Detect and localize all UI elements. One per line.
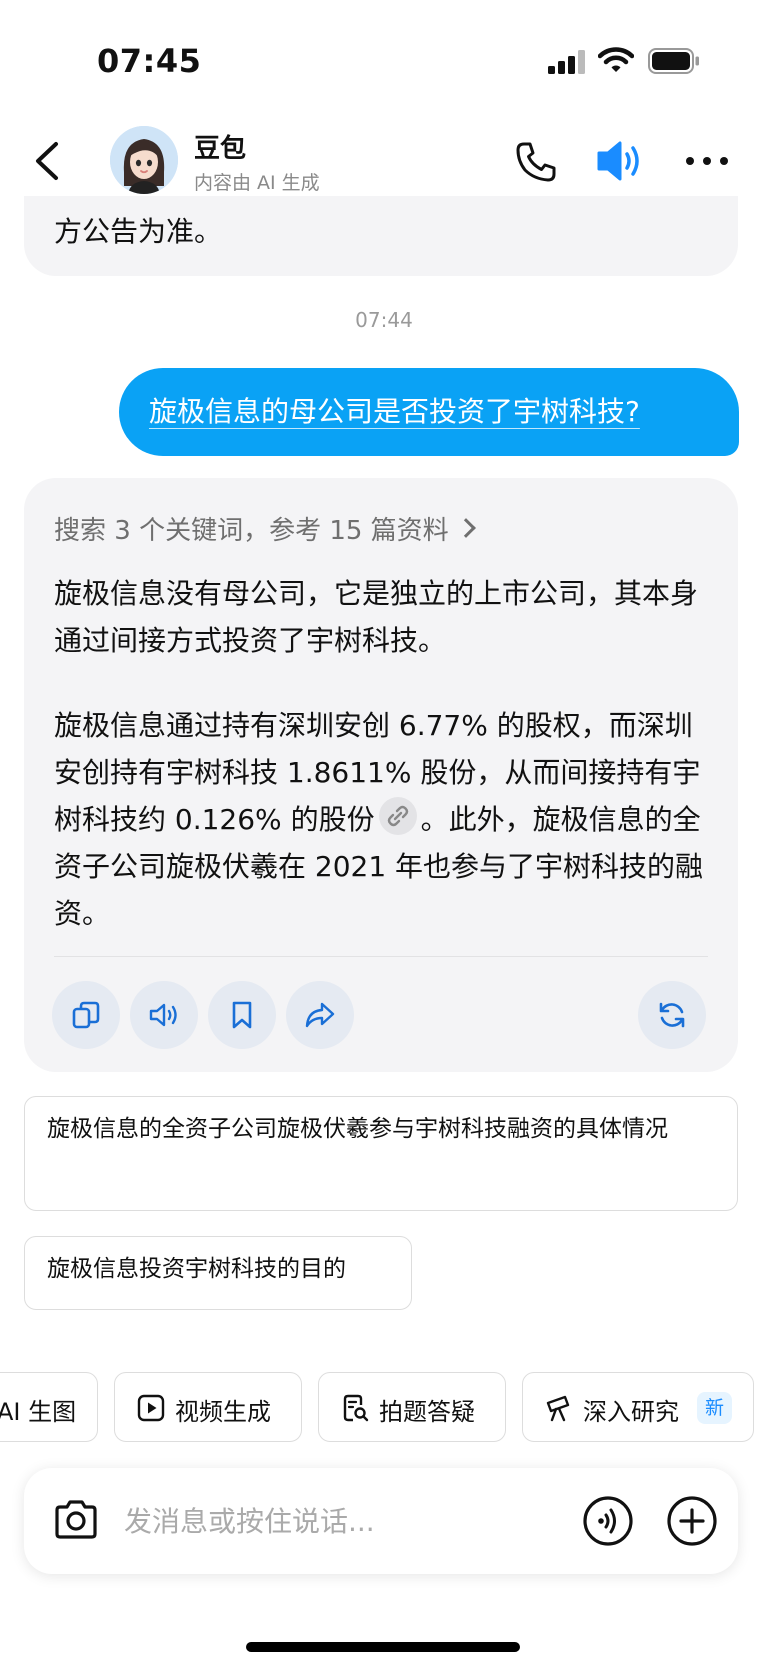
tool-ai-image-button[interactable]: AI 生图 [0,1372,98,1442]
user-message-bubble[interactable]: 旋极信息的母公司是否投资了宇树科技? [119,368,739,456]
plus-icon[interactable] [666,1495,718,1547]
tool-label: 视频生成 [175,1398,271,1426]
chevron-right-icon [455,518,476,538]
suggested-question[interactable]: 旋极信息的全资子公司旋极伏羲参与宇树科技融资的具体情况 [24,1096,738,1211]
video-play-icon [137,1394,165,1422]
avatar-illustration-icon [110,126,178,194]
status-time: 07:45 [97,42,202,80]
ai-generated-notice: 内容由 AI 生成 [194,172,320,194]
phone-call-icon[interactable] [514,140,558,184]
bot-answer-bubble: 搜索 3 个关键词，参考 15 篇资料 旋极信息没有母公司，它是独立的上市公司，… [24,478,738,1072]
chat-header: 豆包 内容由 AI 生成 [0,116,768,206]
bot-name: 豆包 [194,134,247,164]
search-summary-text: 搜索 3 个关键词，参考 15 篇资料 [54,516,449,546]
new-badge: 新 [697,1392,733,1424]
search-references-link[interactable]: 搜索 3 个关键词，参考 15 篇资料 [54,510,476,547]
tool-deep-research-button[interactable]: 深入研究 新 [522,1372,754,1442]
tool-photo-question-button[interactable]: 拍题答疑 [318,1372,506,1442]
cellular-signal-icon [548,50,585,74]
copy-button[interactable] [52,981,120,1049]
answer-paragraph-2: 旋极信息通过持有深圳安创 6.77% 的股权，而深圳安创持有宇树科技 1.861… [54,702,714,937]
voice-input-icon[interactable] [582,1495,634,1547]
read-aloud-button[interactable] [130,981,198,1049]
battery-icon [648,48,699,74]
citation-link-icon[interactable] [378,797,417,835]
suggested-question[interactable]: 旋极信息投资宇树科技的目的 [24,1236,412,1310]
regenerate-button[interactable] [638,981,706,1049]
message-input[interactable] [124,1496,524,1546]
wifi-icon [598,47,634,72]
tool-label: 拍题答疑 [379,1398,475,1426]
status-bar: 07:45 [0,0,768,110]
tool-video-generation-button[interactable]: 视频生成 [114,1372,302,1442]
bot-avatar[interactable] [110,126,178,194]
previous-message-text: 方公告为准。 [54,215,223,248]
user-message-text: 旋极信息的母公司是否投资了宇树科技? [149,395,640,428]
home-indicator [246,1642,520,1652]
bookmark-icon [232,1001,252,1029]
message-timestamp: 07:44 [355,308,413,332]
bookmark-button[interactable] [208,981,276,1049]
copy-icon [72,1001,100,1029]
camera-icon[interactable] [52,1498,100,1542]
speaker-on-icon[interactable] [596,138,646,184]
tool-label: 深入研究 [583,1398,679,1426]
previous-bot-message: 方公告为准。 [24,196,738,276]
document-search-icon [343,1394,369,1422]
message-input-bar [24,1468,738,1574]
divider [54,956,708,957]
tool-label: AI 生图 [0,1398,77,1426]
refresh-icon [659,1002,685,1028]
more-options-icon[interactable] [682,144,732,178]
speaker-icon [149,1003,177,1027]
back-arrow-icon[interactable] [28,136,68,186]
telescope-icon [546,1395,570,1422]
share-arrow-icon [305,1002,335,1028]
answer-paragraph-1: 旋极信息没有母公司，它是独立的上市公司，其本身通过间接方式投资了宇树科技。 [54,577,699,657]
share-button[interactable] [286,981,354,1049]
